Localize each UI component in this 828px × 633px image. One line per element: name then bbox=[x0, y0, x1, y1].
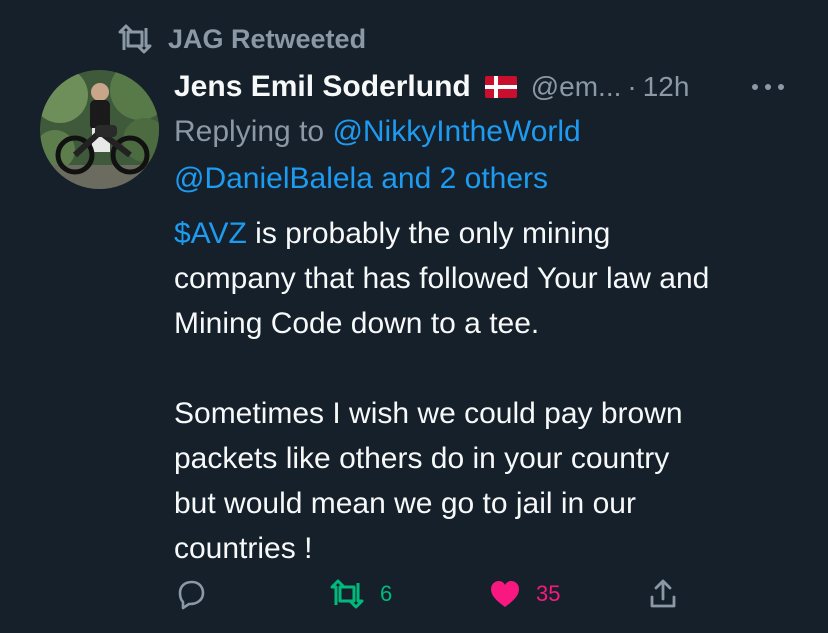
retweet-icon bbox=[118, 24, 152, 54]
tweet-line-4: Sometimes I wish we could pay brown bbox=[174, 397, 683, 430]
denmark-flag-icon bbox=[484, 76, 517, 98]
cashtag-link[interactable]: $AVZ bbox=[174, 217, 247, 250]
tweet-line-2: company that has followed Your law and bbox=[174, 262, 710, 295]
reply-icon bbox=[178, 580, 205, 610]
author-name[interactable]: Jens Emil Soderlund bbox=[174, 70, 471, 104]
mention-others-link[interactable]: @DanielBalela and 2 others bbox=[174, 162, 548, 195]
more-options-button[interactable] bbox=[748, 72, 788, 102]
retweet-context[interactable]: JAG Retweeted bbox=[116, 22, 366, 56]
tweet-line-1: is probably the only mining bbox=[246, 217, 611, 250]
heart-icon bbox=[491, 581, 519, 607]
more-icon bbox=[752, 84, 784, 90]
reply-button[interactable] bbox=[174, 572, 208, 616]
avatar[interactable] bbox=[40, 70, 159, 189]
replying-to-others: @DanielBalela and 2 others bbox=[174, 156, 814, 202]
tweet-line: $AVZ is probably the only mining bbox=[174, 211, 814, 256]
mention-link[interactable]: @NikkyIntheWorld bbox=[332, 115, 580, 148]
retweet-count: 6 bbox=[380, 581, 393, 606]
tweet-line-5: packets like others do in your country bbox=[174, 442, 670, 475]
retweet-icon bbox=[330, 579, 364, 609]
share-button[interactable] bbox=[646, 572, 680, 616]
tweet-line-7: countries ! bbox=[174, 532, 313, 565]
tweet-line-3: Mining Code down to a tee. bbox=[174, 307, 540, 340]
author-handle[interactable]: @em... bbox=[531, 71, 622, 103]
like-count: 35 bbox=[536, 581, 561, 606]
replying-to: Replying to @NikkyIntheWorld bbox=[174, 109, 814, 155]
tweet-line-6: but would mean we go to jail in our bbox=[174, 487, 636, 520]
avatar-photo bbox=[40, 70, 159, 189]
tweet-text: $AVZ is probably the only mining company… bbox=[174, 211, 814, 571]
share-icon bbox=[650, 579, 676, 608]
action-bar: 6 35 bbox=[0, 572, 828, 616]
replying-prefix: Replying to bbox=[174, 115, 333, 148]
like-button[interactable]: 35 bbox=[488, 572, 560, 616]
separator-dot: · bbox=[627, 71, 637, 102]
retweet-label: JAG Retweeted bbox=[168, 23, 367, 54]
retweet-button[interactable]: 6 bbox=[328, 572, 392, 616]
timestamp[interactable]: 12h bbox=[643, 71, 690, 103]
tweet-header: Jens Emil Soderlund @em... · 12h bbox=[174, 64, 689, 110]
